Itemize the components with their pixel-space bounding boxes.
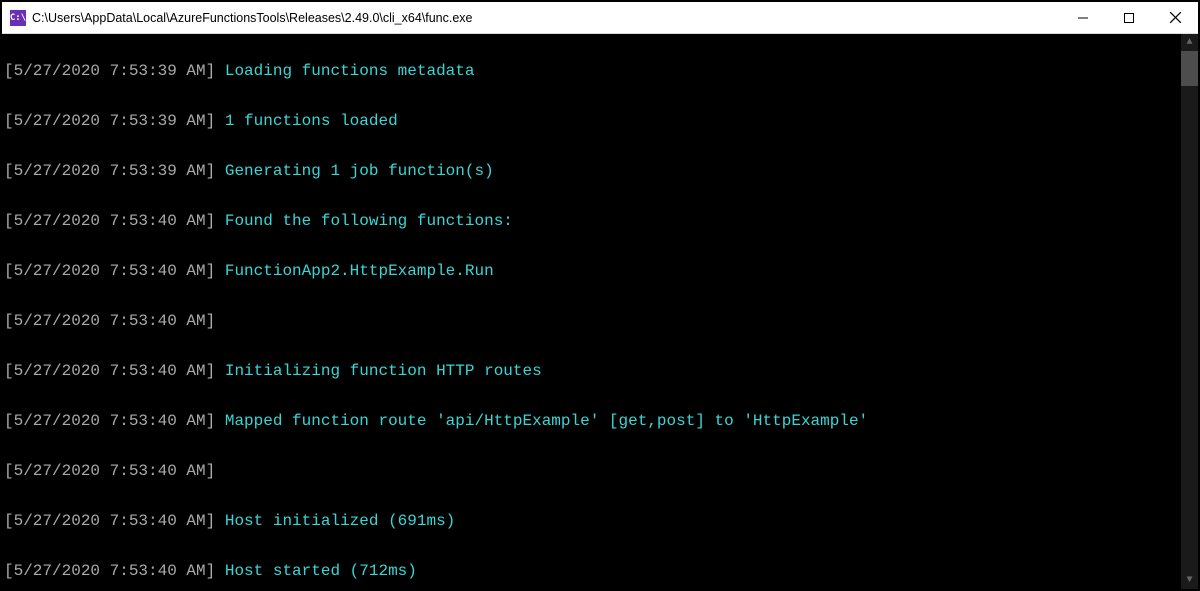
timestamp: [5/27/2020 7:53:40 AM] [4,462,225,480]
scrollbar-thumb[interactable] [1181,51,1198,86]
console-window: C:\ C:\Users\AppData\Local\AzureFunction… [2,2,1198,589]
log-message: Initializing function HTTP routes [225,362,542,380]
scrollbar[interactable]: ▲ ▼ [1181,34,1198,589]
timestamp: [5/27/2020 7:53:40 AM] [4,362,225,380]
console-output[interactable]: [5/27/2020 7:53:39 AM] Loading functions… [2,34,1198,589]
log-message: Host started (712ms) [225,562,417,580]
log-message: Loading functions metadata [225,62,475,80]
timestamp: [5/27/2020 7:53:40 AM] [4,412,225,430]
scroll-up-icon[interactable]: ▲ [1181,34,1198,51]
log-message: Mapped function route 'api/HttpExample' … [225,412,868,430]
window-controls [1060,2,1198,34]
timestamp: [5/27/2020 7:53:40 AM] [4,312,225,330]
window-title: C:\Users\AppData\Local\AzureFunctionsToo… [32,11,1060,25]
timestamp: [5/27/2020 7:53:39 AM] [4,162,225,180]
app-icon: C:\ [10,10,26,26]
titlebar[interactable]: C:\ C:\Users\AppData\Local\AzureFunction… [2,2,1198,34]
log-message: 1 functions loaded [225,112,398,130]
log-message: Generating 1 job function(s) [225,162,494,180]
timestamp: [5/27/2020 7:53:39 AM] [4,112,225,130]
timestamp: [5/27/2020 7:53:40 AM] [4,562,225,580]
minimize-button[interactable] [1060,2,1106,34]
timestamp: [5/27/2020 7:53:40 AM] [4,212,225,230]
log-message: FunctionApp2.HttpExample.Run [225,262,494,280]
close-button[interactable] [1152,2,1198,34]
log-message: Host initialized (691ms) [225,512,455,530]
scroll-down-icon[interactable]: ▼ [1181,572,1198,589]
timestamp: [5/27/2020 7:53:39 AM] [4,62,225,80]
timestamp: [5/27/2020 7:53:40 AM] [4,262,225,280]
maximize-button[interactable] [1106,2,1152,34]
log-message: Found the following functions: [225,212,513,230]
timestamp: [5/27/2020 7:53:40 AM] [4,512,225,530]
